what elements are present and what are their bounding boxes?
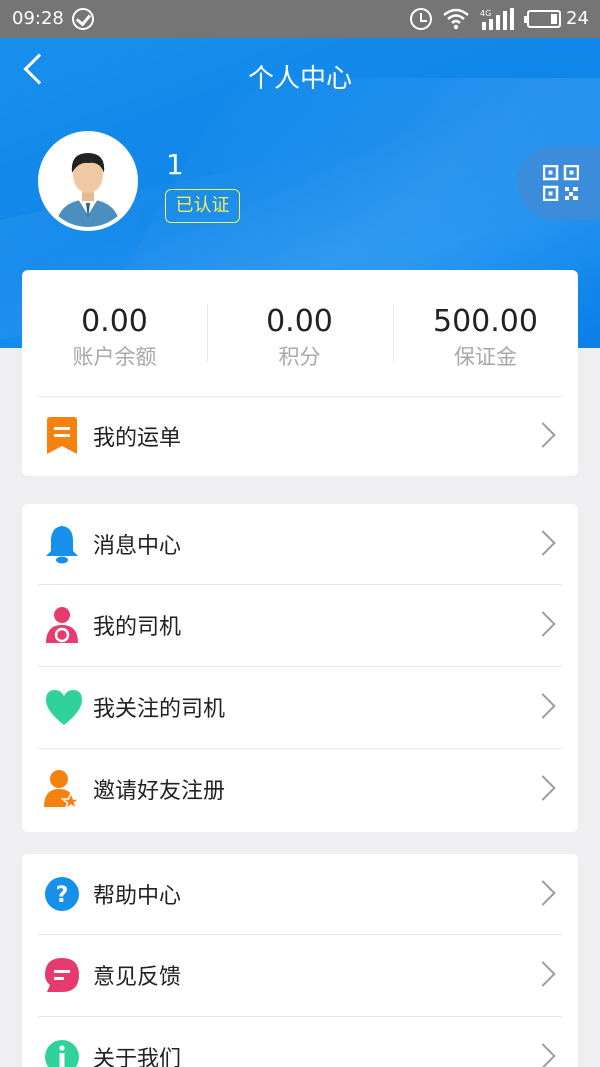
alarm-icon bbox=[410, 8, 432, 30]
menu-item-label: 我关注的司机 bbox=[93, 697, 226, 722]
menu-item-my-drivers[interactable]: 我的司机 bbox=[22, 585, 578, 666]
qr-code-button[interactable] bbox=[517, 146, 600, 220]
info-icon bbox=[45, 1040, 79, 1067]
chevron-right-icon bbox=[530, 880, 556, 906]
username: 1 bbox=[166, 148, 184, 181]
chevron-right-icon bbox=[530, 530, 556, 556]
qr-code-icon bbox=[543, 165, 579, 201]
chevron-right-icon bbox=[530, 693, 556, 719]
chevron-right-icon bbox=[530, 1043, 556, 1067]
balance-value: 0.00 bbox=[81, 304, 148, 339]
help-icon: ? bbox=[45, 877, 79, 911]
menu-item-feedback[interactable]: 意见反馈 bbox=[22, 935, 578, 1016]
menu-item-message-center[interactable]: 消息中心 bbox=[22, 504, 578, 585]
menu-item-invite-friends[interactable]: 邀请好友注册 bbox=[22, 749, 578, 830]
deposit-value: 500.00 bbox=[433, 304, 538, 339]
menu-item-label: 我的运单 bbox=[93, 426, 182, 451]
page-title: 个人中心 bbox=[247, 64, 352, 94]
menu-item-label: 关于我们 bbox=[93, 1047, 182, 1067]
svg-text:?: ? bbox=[56, 883, 69, 908]
menu-item-label: 邀请好友注册 bbox=[93, 779, 226, 804]
chevron-right-icon bbox=[530, 775, 556, 801]
chevron-right-icon bbox=[530, 611, 556, 637]
check-icon bbox=[72, 8, 94, 30]
battery-icon bbox=[524, 10, 561, 28]
signal-icon: 4G bbox=[480, 8, 514, 30]
stat-balance[interactable]: 0.00 账户余额 bbox=[22, 304, 207, 371]
avatar[interactable] bbox=[38, 131, 138, 231]
menu-item-label: 意见反馈 bbox=[93, 965, 182, 990]
wifi-icon bbox=[443, 8, 469, 30]
bell-icon bbox=[46, 526, 78, 564]
menu-item-help-center[interactable]: ? 帮助中心 bbox=[22, 854, 578, 935]
points-value: 0.00 bbox=[266, 304, 333, 339]
stat-deposit[interactable]: 500.00 保证金 bbox=[393, 304, 578, 371]
waybill-icon bbox=[47, 417, 77, 454]
feedback-icon bbox=[45, 958, 79, 992]
menu-item-label: 我的司机 bbox=[93, 615, 182, 640]
driver-icon bbox=[46, 607, 78, 643]
verified-badge: 已认证 bbox=[165, 189, 240, 223]
account-card: 0.00 账户余额 0.00 积分 500.00 保证金 我的运单 bbox=[22, 270, 578, 476]
battery-level: 24 bbox=[566, 8, 589, 29]
deposit-label: 保证金 bbox=[454, 345, 517, 369]
menu-group-1: 消息中心 我的司机 我关注的司机 邀请好友注册 bbox=[22, 504, 578, 832]
heart-icon bbox=[46, 690, 82, 725]
menu-item-label: 消息中心 bbox=[93, 534, 182, 559]
menu-item-followed-drivers[interactable]: 我关注的司机 bbox=[22, 667, 578, 748]
network-type: 4G bbox=[480, 9, 491, 18]
menu-group-2: ? 帮助中心 意见反馈 关于我们 bbox=[22, 854, 578, 1067]
chevron-right-icon bbox=[530, 422, 556, 448]
menu-item-label: 帮助中心 bbox=[93, 884, 182, 909]
menu-item-about-us[interactable]: 关于我们 bbox=[22, 1017, 578, 1067]
user-avatar-icon bbox=[42, 135, 134, 227]
stat-points[interactable]: 0.00 积分 bbox=[207, 304, 392, 371]
balance-label: 账户余额 bbox=[72, 345, 157, 369]
account-stats: 0.00 账户余额 0.00 积分 500.00 保证金 bbox=[22, 270, 578, 396]
invite-icon bbox=[44, 770, 80, 809]
status-time: 09:28 bbox=[12, 8, 64, 29]
menu-item-my-orders[interactable]: 我的运单 bbox=[22, 396, 578, 477]
points-label: 积分 bbox=[278, 345, 321, 369]
chevron-right-icon bbox=[530, 961, 556, 987]
status-bar: 09:28 4G 24 bbox=[0, 0, 600, 38]
